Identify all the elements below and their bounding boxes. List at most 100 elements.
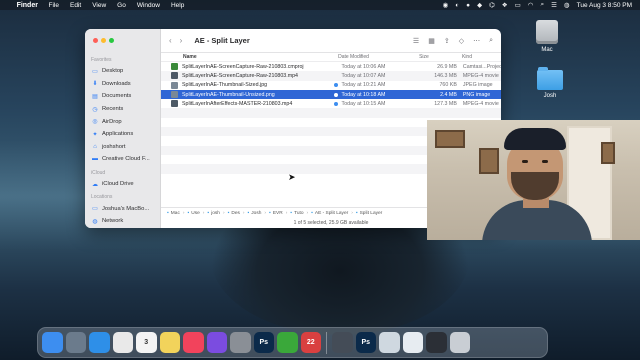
column-date[interactable]: Date Modified xyxy=(338,54,419,60)
zoom-button[interactable] xyxy=(109,38,114,43)
file-name: SplitLayerInAE-Thumbnail-Sized.jpg xyxy=(182,82,268,89)
column-size[interactable]: Size xyxy=(419,54,462,60)
search-icon[interactable]: ⌕ xyxy=(540,1,544,9)
menu-finder[interactable]: Finder xyxy=(17,0,38,15)
siri-icon[interactable]: ◍ xyxy=(564,1,570,9)
path-crumb-label: Split Layer xyxy=(359,210,383,216)
path-crumb-label: Josh xyxy=(251,210,262,216)
menu-file[interactable]: File xyxy=(49,2,59,9)
menu-edit[interactable]: Edit xyxy=(70,2,81,9)
path-crumb[interactable]: ▪ Josh xyxy=(248,210,270,216)
back-icon[interactable]: ‹ xyxy=(169,36,172,45)
file-row[interactable]: SplitLayerInAE-ScreenCapture-Raw-210803.… xyxy=(161,62,501,71)
close-button[interactable] xyxy=(93,38,98,43)
menu-clock[interactable]: Tue Aug 3 8:50 PM xyxy=(577,2,632,9)
finder-sidebar: Favorites ▭ Desktop ⬇ Downloads ▤ Documents… xyxy=(85,29,161,228)
dock-app-label: 22 xyxy=(306,339,315,346)
system-preferences-app-icon[interactable] xyxy=(230,332,251,353)
status-app-icon[interactable]: ◉ xyxy=(443,1,449,9)
column-name[interactable]: Name xyxy=(171,54,338,60)
status-app-icon[interactable]: ◐ xyxy=(455,2,459,9)
control-center-icon[interactable]: ☰ xyxy=(551,1,557,9)
path-crumb[interactable]: ▪ Split Layer xyxy=(356,210,388,216)
preview-app-icon[interactable] xyxy=(379,332,400,353)
sidebar-item-icloud-drive[interactable]: ☁ iCloud Drive xyxy=(91,178,156,191)
file-row[interactable]: SplitLayerInAE-ScreenCapture-Raw-210803.… xyxy=(161,71,501,81)
sidebar-item-desktop[interactable]: ▭ Desktop xyxy=(91,65,156,78)
status-app-icon[interactable]: ⌬ xyxy=(489,1,495,9)
menu-extras: ◉ ◐ ● ◆ ⌬ ❖ ▭ ◠ ⌕ ☰ ◍ Tue Aug 3 8:50 PM xyxy=(443,1,632,9)
quicktime-app-icon[interactable] xyxy=(332,332,353,353)
tasks-app-icon[interactable] xyxy=(206,332,227,353)
menu-window[interactable]: Window xyxy=(137,2,160,9)
sidebar-item-downloads[interactable]: ⬇ Downloads xyxy=(91,78,156,91)
file-row[interactable]: SplitLayerInAE-Thumbnail-Unsized.png Toda… xyxy=(161,89,501,100)
path-crumb[interactable]: ▪ Use xyxy=(187,210,207,216)
path-crumb[interactable]: ▪ AE - Split Layer xyxy=(311,210,356,216)
photoshop-2-app-icon[interactable]: Ps xyxy=(355,332,376,353)
status-app-icon[interactable]: ● xyxy=(466,2,470,9)
document-app-icon[interactable] xyxy=(402,332,423,353)
sidebar-item-documents[interactable]: ▤ Documents xyxy=(91,90,156,103)
more-icon[interactable]: ⋯ xyxy=(473,37,480,45)
search-icon[interactable]: ⌕ xyxy=(489,37,493,45)
webcam-picture-frame xyxy=(435,130,465,148)
folder-icon: ▪ xyxy=(355,210,358,216)
chrome-app-icon[interactable] xyxy=(112,332,133,353)
finder-app-icon[interactable] xyxy=(42,332,63,353)
battery-icon[interactable]: ▭ xyxy=(515,1,521,9)
dropbox-icon[interactable]: ❖ xyxy=(502,1,508,9)
desktop-disk-mac[interactable]: Mac xyxy=(527,20,567,53)
group-icon[interactable]: ▦ xyxy=(428,37,435,45)
cloud-icon: ☁ xyxy=(92,181,98,188)
file-date: Today at 10:06 AM xyxy=(341,63,386,70)
sidebar-item-creative-cloud[interactable]: ▬ Creative Cloud F... xyxy=(91,153,156,166)
list-view-icon[interactable]: ☰ xyxy=(413,37,419,45)
tag-icon[interactable]: ◇ xyxy=(459,37,464,45)
notes-app-icon[interactable] xyxy=(159,332,180,353)
calendar-app-icon[interactable]: 3 xyxy=(136,332,157,353)
sidebar-item-macbook[interactable]: ▭ Joshua's MacBo... xyxy=(91,202,156,215)
desktop-icon-label: Mac xyxy=(541,47,553,53)
webcam-person-eye xyxy=(522,160,528,163)
image-file-icon xyxy=(171,81,178,89)
file-row[interactable]: SplitLayerInAfterEffects-MASTER-210803.m… xyxy=(161,99,501,108)
wifi-icon[interactable]: ◠ xyxy=(528,1,534,9)
trash-app-icon[interactable] xyxy=(449,332,470,353)
menu-help[interactable]: Help xyxy=(171,2,184,9)
recents-icon: ◷ xyxy=(92,106,98,113)
file-size: 2.4 MB xyxy=(440,91,457,98)
sidebar-item-home[interactable]: ⌂ joshshort xyxy=(91,141,156,154)
photoshop-app-icon[interactable]: Ps xyxy=(253,332,274,353)
sidebar-item-network[interactable]: ◍ Network xyxy=(91,215,156,228)
sidebar-item-label: Network xyxy=(102,218,124,225)
camtasia-app-icon[interactable] xyxy=(277,332,298,353)
path-crumb[interactable]: ▪ Des xyxy=(228,210,248,216)
sidebar-item-applications[interactable]: ✦ Applications xyxy=(91,128,156,141)
path-crumb[interactable]: ▪ Tuto xyxy=(290,210,311,216)
safari-app-icon[interactable] xyxy=(89,332,110,353)
app-22-app-icon[interactable]: 22 xyxy=(300,332,321,353)
sidebar-header-locations: Locations xyxy=(91,194,113,201)
sidebar-item-recents[interactable]: ◷ Recents xyxy=(91,103,156,116)
menu-go[interactable]: Go xyxy=(117,2,126,9)
status-app-icon[interactable]: ◆ xyxy=(477,1,482,9)
share-icon[interactable]: ⇪ xyxy=(444,37,450,45)
desktop-folder-josh[interactable]: Josh xyxy=(530,67,570,99)
music-app-icon[interactable] xyxy=(183,332,204,353)
screen-recording-app-icon[interactable] xyxy=(426,332,447,353)
file-kind: PNG image xyxy=(462,91,491,98)
applications-icon: ✦ xyxy=(92,131,98,138)
sidebar-item-airdrop[interactable]: ◎ AirDrop xyxy=(91,115,156,128)
minimize-button[interactable] xyxy=(101,38,106,43)
menu-view[interactable]: View xyxy=(92,2,106,9)
laptop-icon: ▭ xyxy=(92,206,98,213)
forward-icon[interactable]: › xyxy=(180,36,183,45)
launchpad-app-icon[interactable] xyxy=(65,332,86,353)
tag-dot-icon xyxy=(333,92,338,97)
path-crumb[interactable]: ▪ EVR xyxy=(269,210,290,216)
column-kind[interactable]: Kind xyxy=(462,54,501,60)
file-row[interactable]: SplitLayerInAE-Thumbnail-Sized.jpg Today … xyxy=(161,81,501,90)
path-crumb[interactable]: ▪ Mac xyxy=(167,210,187,216)
path-crumb[interactable]: ▪ josh xyxy=(207,210,227,216)
